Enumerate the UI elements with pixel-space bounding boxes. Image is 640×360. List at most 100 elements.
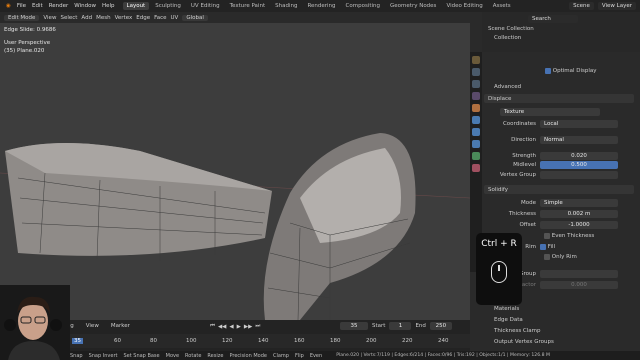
transform-orientation-dropdown[interactable]: Global	[182, 14, 208, 21]
tool-tab-icon[interactable]	[472, 56, 480, 64]
outliner: Search Scene Collection Collection	[482, 12, 640, 52]
status-set-snap-base: Set Snap Base	[123, 352, 160, 359]
3d-viewport[interactable]: Edge Slide: 0.9686 User Perspective (35)…	[0, 23, 470, 320]
physics-tab-icon[interactable]	[472, 140, 480, 148]
prev-key-icon[interactable]: ◀◀	[218, 324, 226, 330]
displace-name[interactable]: Displace	[488, 96, 511, 102]
header-add[interactable]: Add	[81, 15, 92, 21]
view-layer-field[interactable]: View Layer	[597, 2, 636, 10]
start-frame-field[interactable]: 1	[389, 322, 412, 330]
mode-dropdown[interactable]: Edit Mode	[4, 14, 40, 21]
status-flip: Flip	[294, 352, 304, 359]
menu-render[interactable]: Render	[49, 3, 69, 9]
output-vertex-groups-panel[interactable]: Output Vertex Groups	[494, 339, 554, 345]
current-frame-field[interactable]: 35	[340, 322, 368, 330]
tab-layout[interactable]: Layout	[122, 2, 150, 10]
thickness-clamp-panel[interactable]: Thickness Clamp	[494, 328, 541, 334]
marker-menu[interactable]: Marker	[111, 323, 130, 329]
modifier-tab-icon[interactable]	[472, 116, 480, 124]
menu-window[interactable]: Window	[74, 3, 96, 9]
status-rotate: Rotate	[185, 352, 202, 359]
menu-file[interactable]: File	[17, 3, 26, 9]
tab-video-editing[interactable]: Video Editing	[442, 2, 486, 10]
tab-shading[interactable]: Shading	[271, 2, 301, 10]
render-tab-icon[interactable]	[472, 68, 480, 76]
edge-slide-readout: Edge Slide: 0.9686	[4, 27, 56, 33]
thickness-field[interactable]: 0.002 m	[540, 210, 618, 218]
current-frame-marker[interactable]: 35	[72, 338, 83, 344]
scene-collection-row[interactable]: Scene Collection	[488, 26, 534, 32]
even-thickness-checkbox[interactable]	[544, 233, 550, 239]
header-face[interactable]: Face	[154, 15, 166, 21]
end-frame-field[interactable]: 250	[429, 322, 452, 330]
jump-start-icon[interactable]: ⏮	[210, 323, 215, 330]
tick-60: 60	[114, 338, 121, 344]
scene-selectors: Scene View Layer	[569, 2, 640, 10]
start-label: Start	[372, 323, 386, 329]
tab-sculpting[interactable]: Sculpting	[151, 2, 185, 10]
particles-tab-icon[interactable]	[472, 128, 480, 136]
direction-dropdown[interactable]: Normal	[540, 136, 618, 144]
tab-uv-editing[interactable]: UV Editing	[187, 2, 224, 10]
tab-texture-paint[interactable]: Texture Paint	[226, 2, 270, 10]
solidify-vertex-group-field[interactable]	[540, 270, 618, 278]
output-tab-icon[interactable]	[472, 80, 480, 88]
perspective-label: User Perspective	[4, 40, 51, 46]
jump-end-icon[interactable]: ⏭	[255, 323, 260, 330]
status-precision-mode: Precision Mode	[229, 352, 267, 359]
coordinates-label: Coordinates	[502, 121, 536, 127]
midlevel-label: Midlevel	[513, 162, 536, 168]
optimal-display-row: Optimal Display	[545, 68, 597, 74]
vertex-group-field[interactable]	[540, 171, 618, 179]
texture-field[interactable]: Texture	[500, 108, 600, 116]
only-rim-checkbox[interactable]	[544, 254, 550, 260]
webcam-overlay	[0, 285, 70, 360]
edge-data-panel[interactable]: Edge Data	[494, 317, 523, 323]
object-tab-icon[interactable]	[472, 104, 480, 112]
optimal-display-checkbox[interactable]	[545, 68, 551, 74]
fill-checkbox[interactable]	[540, 244, 546, 250]
mesh-view	[0, 133, 470, 320]
menu-help[interactable]: Help	[102, 3, 115, 9]
status-snap-invert: Snap Invert	[88, 352, 118, 359]
tab-compositing[interactable]: Compositing	[342, 2, 384, 10]
header-uv[interactable]: UV	[171, 15, 179, 21]
midlevel-field[interactable]: 0.500	[540, 161, 618, 169]
play-reverse-icon[interactable]: ◀	[229, 324, 233, 330]
tick-140: 140	[258, 338, 269, 344]
solidify-name[interactable]: Solidify	[488, 187, 508, 193]
tab-rendering[interactable]: Rendering	[303, 2, 339, 10]
offset-field[interactable]: -1.0000	[540, 221, 618, 229]
outliner-search[interactable]: Search	[528, 15, 578, 23]
texture-value[interactable]: Texture	[500, 108, 600, 116]
materials-panel[interactable]: Materials	[494, 306, 519, 312]
status-move: Move	[165, 352, 180, 359]
solidify-modifier-header[interactable]: Solidify	[484, 185, 634, 194]
factor-field[interactable]: 0.000	[540, 281, 618, 289]
header-view[interactable]: View	[43, 15, 56, 21]
header-edge[interactable]: Edge	[136, 15, 150, 21]
timeline-scrubber[interactable]: 35 60 80 100 120 140 160 180 200 220 240	[70, 334, 470, 348]
displace-modifier-header[interactable]: Displace	[484, 94, 634, 103]
coordinates-dropdown[interactable]: Local	[540, 120, 618, 128]
header-vertex[interactable]: Vertex	[115, 15, 133, 21]
tab-geometry-nodes[interactable]: Geometry Nodes	[386, 2, 440, 10]
strength-label: Strength	[512, 153, 536, 159]
solidify-mode-dropdown[interactable]: Simple	[540, 199, 618, 207]
collection-row[interactable]: Collection	[494, 35, 521, 41]
timeline-view-menu[interactable]: View	[86, 323, 99, 329]
strength-field[interactable]: 0.020	[540, 152, 618, 160]
material-tab-icon[interactable]	[472, 164, 480, 172]
tab-assets[interactable]: Assets	[489, 2, 515, 10]
view-layer-tab-icon[interactable]	[472, 92, 480, 100]
header-mesh[interactable]: Mesh	[96, 15, 110, 21]
advanced-panel[interactable]: Advanced	[494, 84, 521, 90]
play-icon[interactable]: ▶	[237, 324, 241, 330]
next-key-icon[interactable]: ▶▶	[244, 324, 252, 330]
blender-logo-icon[interactable]: ◉	[6, 3, 11, 9]
thickness-label: Thickness	[508, 211, 536, 217]
scene-field[interactable]: Scene	[569, 2, 594, 10]
header-select[interactable]: Select	[60, 15, 77, 21]
menu-edit[interactable]: Edit	[32, 3, 43, 9]
data-tab-icon[interactable]	[472, 152, 480, 160]
